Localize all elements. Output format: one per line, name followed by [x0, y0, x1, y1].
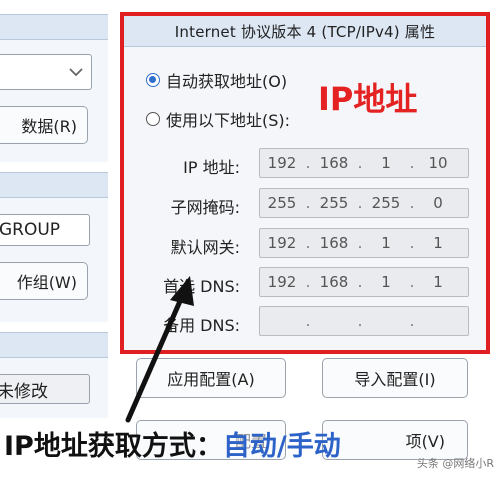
arrow-annotation-icon: [125, 276, 194, 423]
caption: IP地址获取方式： 自动/手动: [4, 424, 341, 463]
caption-prefix: IP地址获取方式：: [4, 431, 223, 462]
watermark: 头条 @网络小R: [416, 457, 494, 470]
caption-highlight: 自动/手动: [222, 431, 341, 462]
